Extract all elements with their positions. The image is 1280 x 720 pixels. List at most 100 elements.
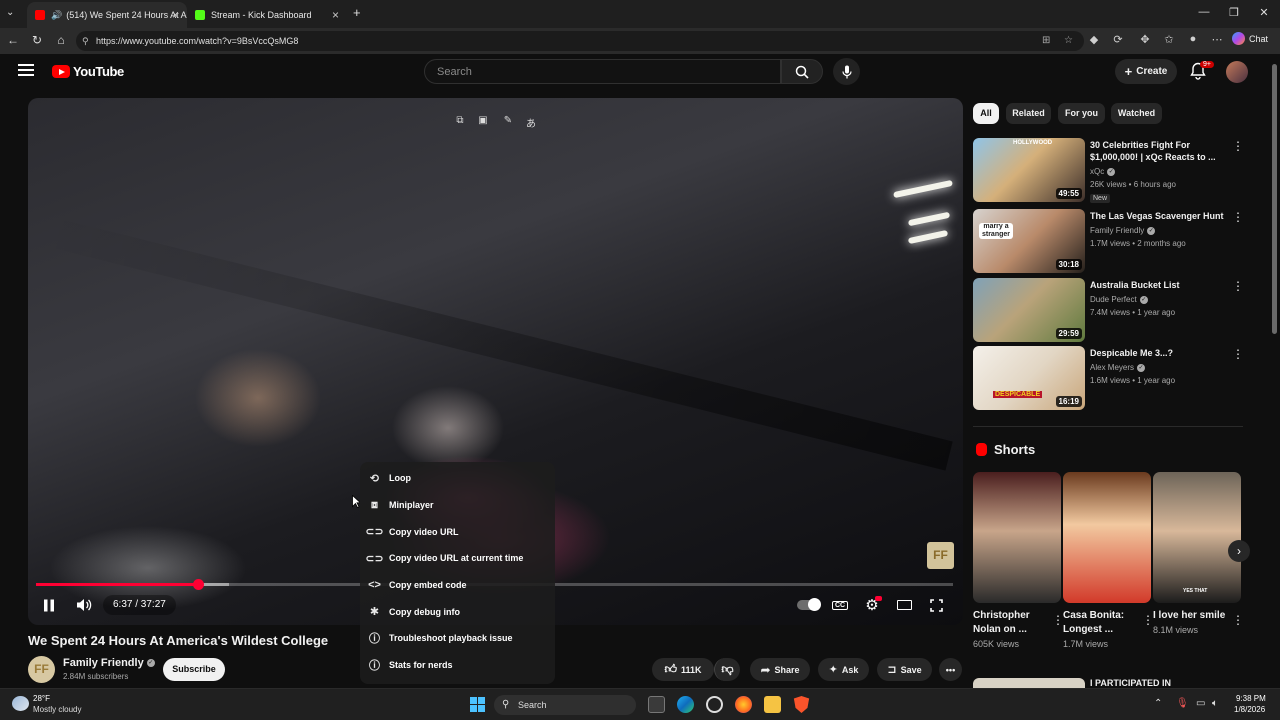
recommendation-item[interactable]: DESPICABLE 16:19 Despicable Me 3...? Ale… — [973, 346, 1244, 410]
weather-description[interactable]: Mostly cloudy — [33, 705, 81, 714]
channel-avatar[interactable]: FF — [28, 656, 55, 683]
more-vertical-icon[interactable]: ⋮ — [1232, 210, 1244, 224]
microphone-in-use-icon[interactable]: 🎙︎ — [1176, 698, 1189, 709]
save-button[interactable]: ⊐ Save — [877, 658, 932, 681]
edge-browser-icon[interactable] — [677, 696, 694, 713]
task-view-icon[interactable] — [648, 696, 665, 713]
windows-start-icon[interactable] — [469, 696, 486, 713]
context-item-copy-url-time[interactable]: ⊂⊃ Copy video URL at current time — [360, 545, 555, 572]
chip-all[interactable]: All — [973, 103, 999, 124]
channel-watermark[interactable]: FF — [927, 542, 954, 569]
overlay-notes-icon[interactable]: ✎ — [499, 115, 517, 131]
subscribe-button[interactable]: Subscribe — [163, 658, 225, 681]
overlay-translate-icon[interactable]: あ — [522, 115, 540, 131]
youtube-logo[interactable]: YouTube — [52, 64, 124, 79]
short-thumbnail[interactable] — [1063, 472, 1151, 603]
profile-icon[interactable]: ● — [1185, 33, 1201, 45]
overlay-cast-icon[interactable]: ▣ — [474, 115, 492, 131]
more-options-icon[interactable]: ⋯ — [1209, 33, 1225, 46]
close-tab-icon[interactable]: × — [172, 8, 179, 22]
channel-name[interactable]: Family Friendly ✓ — [63, 657, 155, 669]
more-vertical-icon[interactable]: ⋮ — [1232, 139, 1244, 153]
volume-button[interactable] — [73, 595, 95, 615]
context-item-troubleshoot[interactable]: ⓘ Troubleshoot playback issue — [360, 625, 555, 652]
window-close-icon[interactable]: ✕ — [1254, 6, 1274, 19]
recommendation-title[interactable]: I PARTICIPATED IN — [1090, 678, 1171, 688]
clock-time[interactable]: 9:38 PM — [1236, 694, 1266, 703]
settings-button[interactable]: ⚙ — [861, 595, 883, 615]
recommendation-item[interactable]: HOLLYWOOD 49:55 30 Celebrities Fight For… — [973, 138, 1244, 203]
more-vertical-icon[interactable]: ⋮ — [1232, 347, 1244, 361]
video-thumbnail[interactable]: HOLLYWOOD 49:55 — [973, 138, 1085, 202]
context-item-miniplayer[interactable]: ⧈ Miniplayer — [360, 492, 555, 519]
weather-temperature[interactable]: 28°F — [33, 694, 50, 703]
video-thumbnail[interactable]: marry a stranger 30:18 — [973, 209, 1085, 273]
context-item-copy-url[interactable]: ⊂⊃ Copy video URL — [360, 518, 555, 545]
context-item-loop[interactable]: ⟲ Loop — [360, 465, 555, 492]
close-tab-icon[interactable]: × — [332, 8, 339, 22]
extension-diamond-icon[interactable]: ◆ — [1086, 33, 1102, 46]
refresh-icon[interactable]: ↻ — [29, 33, 45, 47]
extension-icon[interactable]: ⟳ — [1110, 33, 1126, 46]
minimize-icon[interactable]: — — [1194, 6, 1214, 18]
short-thumbnail[interactable]: YES THAT — [1153, 472, 1241, 603]
chip-for-you[interactable]: For you — [1058, 103, 1105, 124]
url-field[interactable]: ⚲ https://www.youtube.com/watch?v=9BsVcc… — [76, 31, 1084, 51]
autoplay-toggle[interactable] — [796, 595, 821, 615]
tab-youtube[interactable]: 🔊 (514) We Spent 24 Hours At A × — [27, 2, 187, 28]
chip-related[interactable]: Related — [1006, 103, 1051, 124]
pause-button[interactable] — [38, 595, 60, 615]
site-info-icon[interactable]: ⚲ — [82, 31, 89, 51]
home-icon[interactable]: ⌂ — [53, 33, 69, 47]
back-icon[interactable]: ← — [5, 33, 21, 47]
video-thumbnail[interactable] — [973, 678, 1085, 688]
tab-kick[interactable]: Stream - Kick Dashboard × — [187, 2, 347, 28]
short-item[interactable]: Christopher Nolan on ... 605K views ⋮ — [973, 472, 1064, 649]
taskbar-search[interactable]: ⚲ Search — [494, 695, 636, 715]
ask-button[interactable]: ✦ Ask — [818, 658, 869, 681]
tray-chevron-up-icon[interactable]: ⌃ — [1154, 698, 1162, 709]
like-button[interactable]: 👍︎ 111K — [652, 658, 714, 681]
account-avatar[interactable] — [1226, 61, 1248, 83]
favorite-star-icon[interactable]: ☆ — [1064, 31, 1073, 51]
more-vertical-icon[interactable]: ⋮ — [1232, 613, 1244, 627]
theater-mode-button[interactable] — [893, 595, 915, 615]
favorites-icon[interactable]: ✩ — [1161, 33, 1177, 46]
restore-icon[interactable]: ❐ — [1224, 6, 1244, 19]
video-thumbnail[interactable]: 29:59 — [973, 278, 1085, 342]
more-actions-button[interactable]: ••• — [939, 658, 962, 681]
scrollbar-thumb[interactable] — [1272, 64, 1277, 334]
extension-puzzle-icon[interactable]: ✥ — [1137, 33, 1153, 46]
captions-button[interactable]: CC — [829, 595, 851, 615]
page-scrollbar[interactable] — [1270, 54, 1280, 688]
tab-list-chevron-icon[interactable]: ⌄ — [6, 7, 14, 18]
search-button[interactable] — [781, 59, 823, 84]
overlay-pip-icon[interactable]: ⧉ — [451, 115, 469, 131]
recommendation-item[interactable]: marry a stranger 30:18 The Las Vegas Sca… — [973, 209, 1244, 273]
search-input[interactable] — [424, 59, 781, 84]
short-thumbnail[interactable] — [973, 472, 1061, 603]
brave-browser-icon[interactable] — [793, 696, 810, 713]
share-button[interactable]: ➦ Share — [750, 658, 810, 681]
dislike-button[interactable]: 👎︎ — [714, 658, 740, 681]
more-vertical-icon[interactable]: ⋮ — [1232, 279, 1244, 293]
context-item-stats[interactable]: ⓘ Stats for nerds — [360, 652, 555, 679]
video-thumbnail[interactable]: DESPICABLE 16:19 — [973, 346, 1085, 410]
shorts-next-button[interactable]: › — [1228, 540, 1250, 562]
short-item[interactable]: Casa Bonita: Longest ... 1.7M views ⋮ — [1063, 472, 1154, 649]
new-tab-button[interactable]: + — [353, 5, 361, 20]
fullscreen-button[interactable] — [925, 595, 947, 615]
speaker-volume-icon[interactable]: 🔈︎ — [1212, 698, 1218, 709]
context-item-debug[interactable]: ✱ Copy debug info — [360, 598, 555, 625]
chip-watched[interactable]: Watched — [1111, 103, 1162, 124]
create-button[interactable]: + Create — [1115, 59, 1177, 84]
scrubber-handle[interactable] — [193, 579, 205, 590]
recommendation-item[interactable]: 29:59 Australia Bucket List Dude Perfect… — [973, 278, 1244, 342]
obs-icon[interactable] — [706, 696, 723, 713]
firefox-icon[interactable] — [735, 696, 752, 713]
app-available-icon[interactable]: ⊞ — [1042, 31, 1050, 51]
hamburger-menu-icon[interactable] — [18, 64, 34, 78]
copilot-chat-button[interactable]: Chat — [1232, 32, 1268, 45]
clock-date[interactable]: 1/8/2026 — [1234, 705, 1265, 714]
voice-search-button[interactable] — [833, 58, 860, 85]
